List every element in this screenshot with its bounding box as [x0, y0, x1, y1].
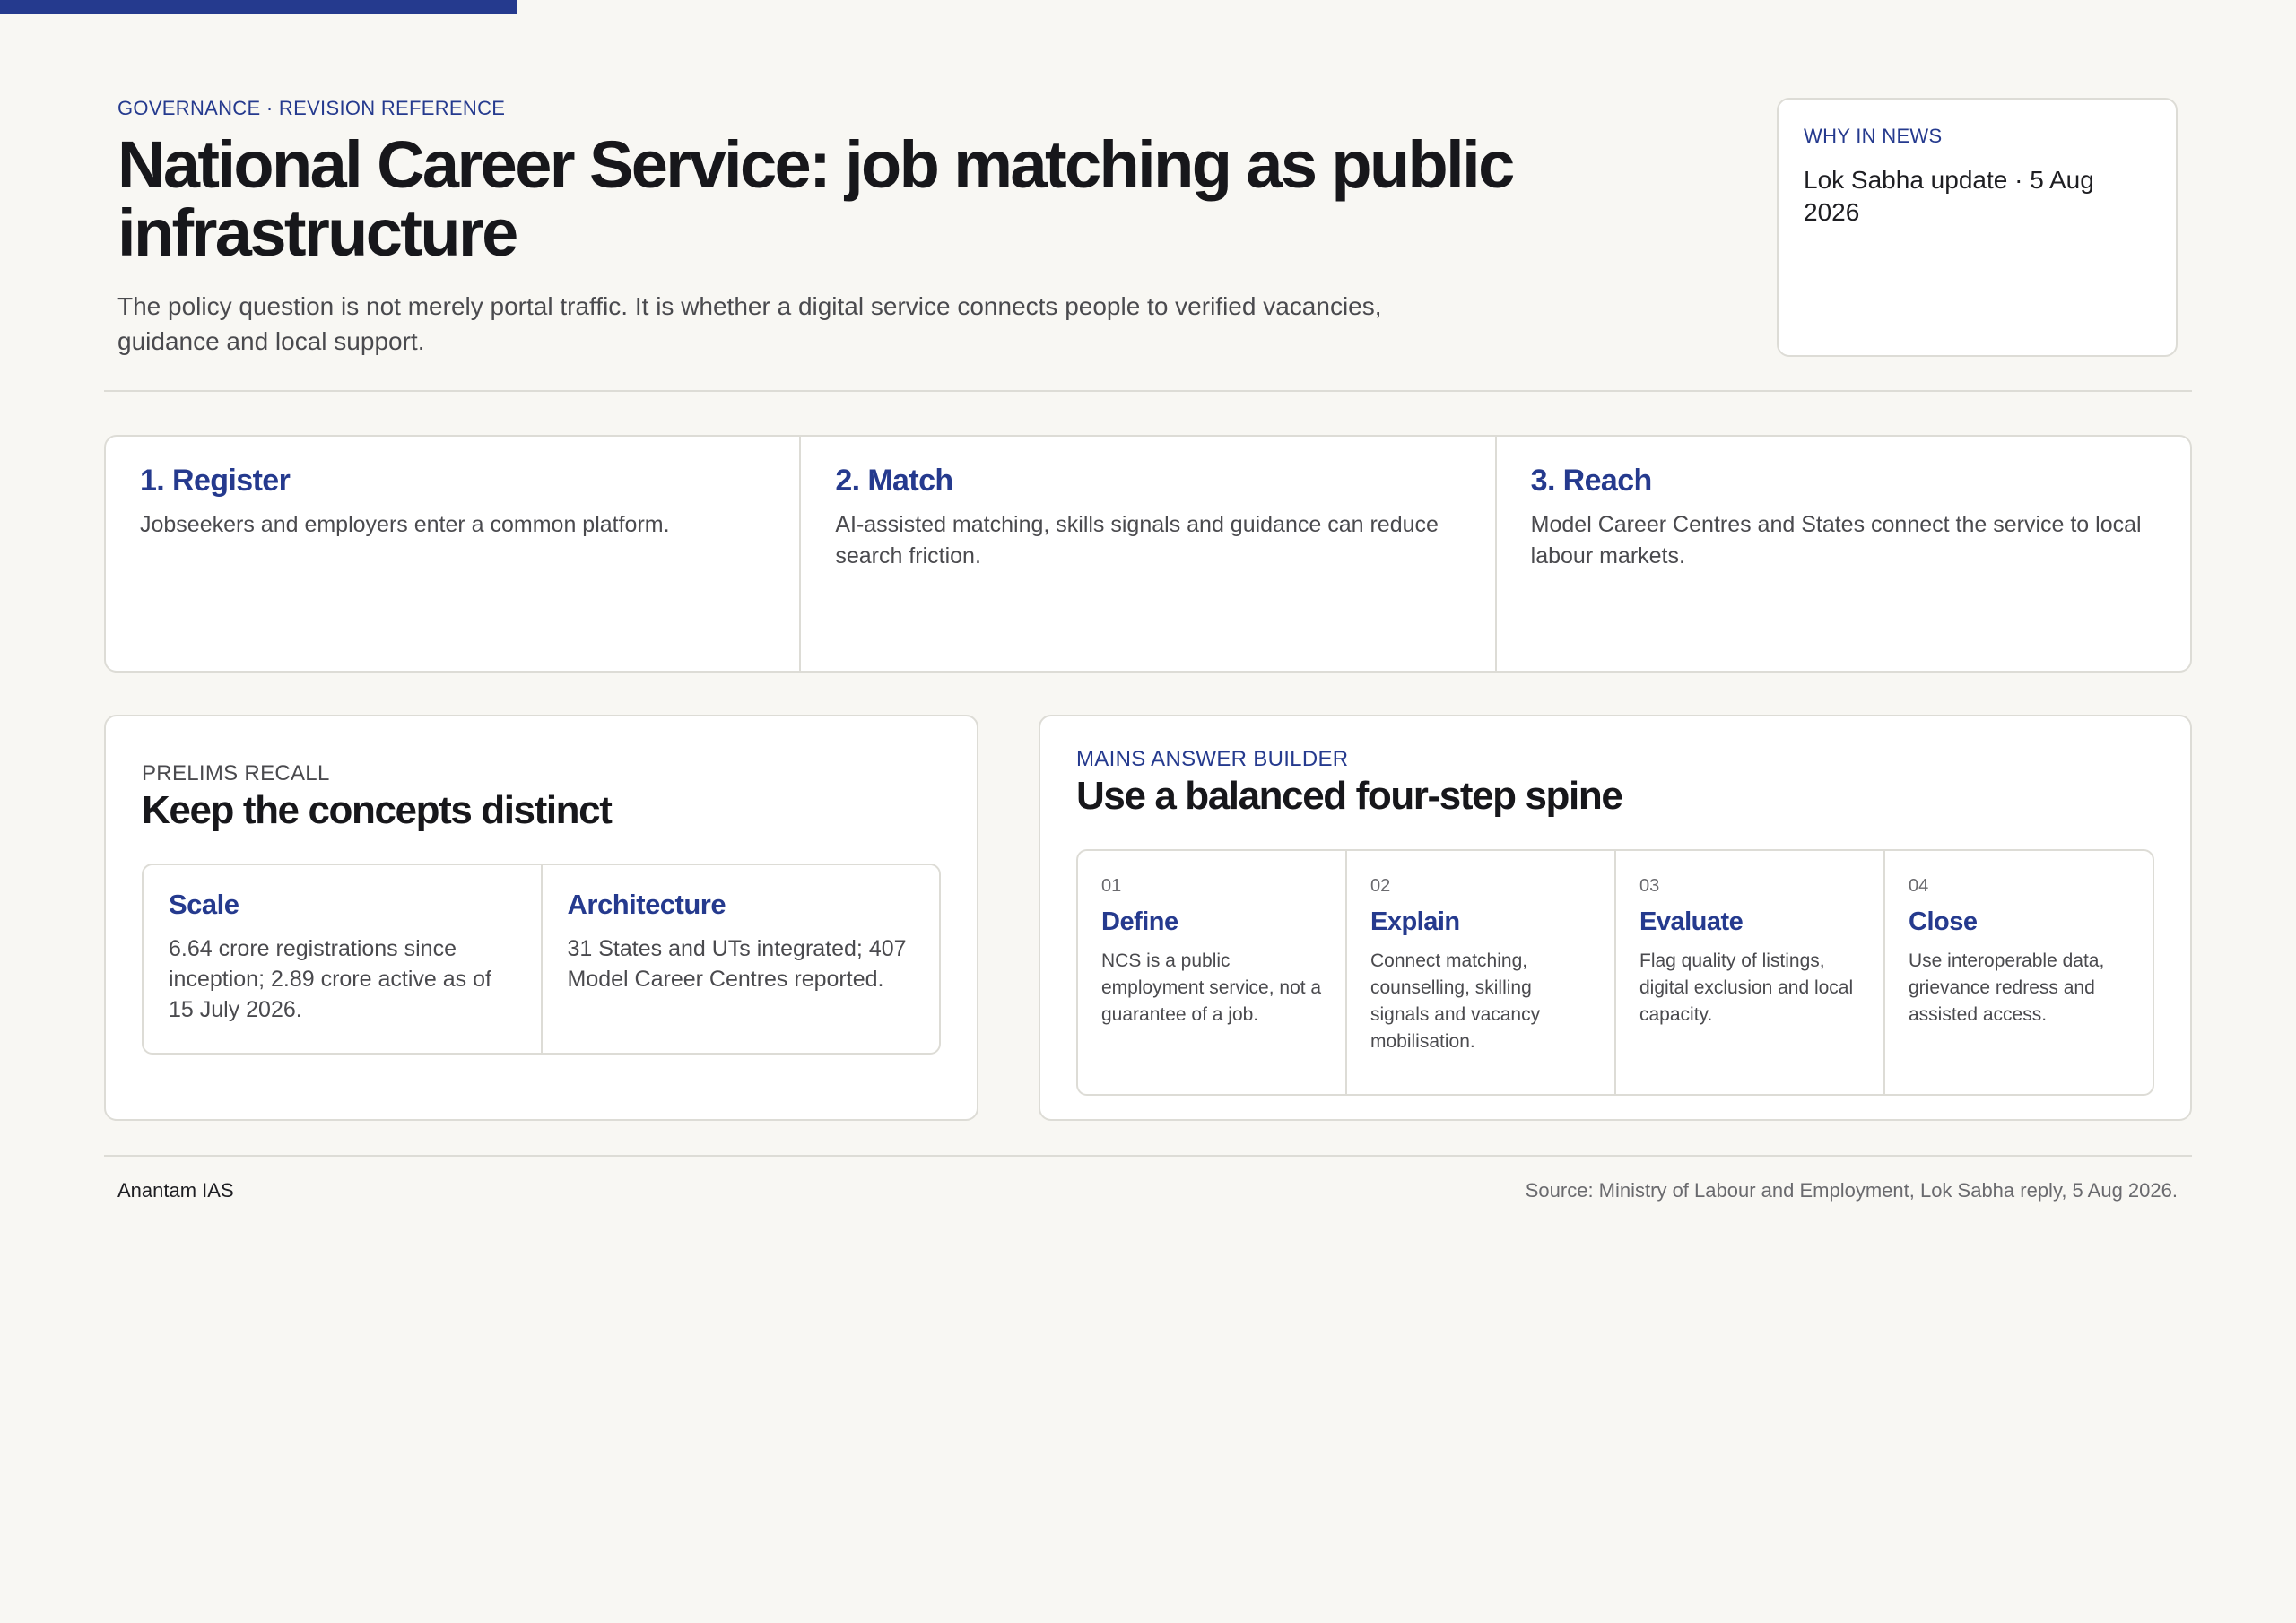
prelims-title: Keep the concepts distinct: [142, 788, 613, 832]
spine-text: Flag quality of listings, digital exclus…: [1639, 950, 1854, 1025]
spine-number: 03: [1639, 876, 1660, 896]
step-text: Jobseekers and employers enter a common …: [140, 512, 670, 537]
spine-number: 02: [1370, 876, 1391, 896]
step-text: AI-assisted matching, skills signals and…: [835, 512, 1439, 568]
spine-text: Connect matching, counselling, skilling …: [1370, 950, 1541, 1052]
prelims-kicker: PRELIMS RECALL: [142, 761, 330, 785]
footer-source: Source: Ministry of Labour and Employmen…: [1525, 1179, 2178, 1202]
footer-brand: Anantam IAS: [117, 1179, 234, 1202]
accent-bar: [0, 0, 517, 14]
concept-text: 31 States and UTs integrated; 407 Model …: [567, 936, 907, 992]
header-divider: [104, 390, 2192, 392]
step-register: 1. Register Jobseekers and employers ent…: [106, 437, 802, 671]
concept-title: Architecture: [567, 889, 726, 920]
section-kicker: GOVERNANCE · REVISION REFERENCE: [117, 97, 506, 119]
concept-scale: Scale 6.64 crore registrations since inc…: [144, 865, 543, 1053]
page-title: National Career Service: job matching as…: [117, 127, 1515, 270]
concept-text: 6.64 crore registrations since inception…: [169, 936, 491, 1022]
spine-step-define: 01 Define NCS is a public employment ser…: [1078, 851, 1347, 1094]
spine-step-evaluate: 03 Evaluate Flag quality of listings, di…: [1616, 851, 1885, 1094]
mains-title: Use a balanced four-step spine: [1076, 774, 1623, 818]
concept-grid: Scale 6.64 crore registrations since inc…: [142, 864, 941, 1055]
news-text: Lok Sabha update · 5 Aug 2026: [1804, 166, 2094, 226]
spine-title: Define: [1101, 907, 1178, 936]
spine-number: 04: [1909, 876, 1929, 896]
spine-text: Use interoperable data, grievance redres…: [1909, 950, 2105, 1025]
process-steps: 1. Register Jobseekers and employers ent…: [104, 435, 2192, 673]
prelims-recall-card: PRELIMS RECALL Keep the concepts distinc…: [104, 715, 978, 1121]
mains-answer-builder-card: MAINS ANSWER BUILDER Use a balanced four…: [1039, 715, 2192, 1121]
answer-spine: 01 Define NCS is a public employment ser…: [1076, 849, 2154, 1096]
footer-divider: [104, 1155, 2192, 1157]
spine-step-close: 04 Close Use interoperable data, grievan…: [1885, 851, 2152, 1094]
step-title: 2. Match: [835, 464, 953, 498]
step-title: 1. Register: [140, 464, 291, 498]
mains-kicker: MAINS ANSWER BUILDER: [1076, 747, 1349, 771]
spine-number: 01: [1101, 876, 1122, 896]
spine-step-explain: 02 Explain Connect matching, counselling…: [1347, 851, 1616, 1094]
concept-title: Scale: [169, 889, 239, 920]
step-title: 3. Reach: [1530, 464, 1653, 498]
page: GOVERNANCE · REVISION REFERENCE National…: [0, 0, 2296, 1623]
concept-architecture: Architecture 31 States and UTs integrate…: [543, 865, 940, 1053]
page-lede: The policy question is not merely portal…: [117, 292, 1382, 355]
step-text: Model Career Centres and States connect …: [1530, 512, 2142, 568]
why-in-news-card: WHY IN NEWS Lok Sabha update · 5 Aug 202…: [1777, 98, 2178, 357]
news-kicker: WHY IN NEWS: [1804, 125, 1943, 147]
spine-title: Close: [1909, 907, 1978, 936]
step-reach: 3. Reach Model Career Centres and States…: [1497, 437, 2190, 671]
spine-title: Evaluate: [1639, 907, 1744, 936]
spine-text: NCS is a public employment service, not …: [1101, 950, 1322, 1025]
spine-title: Explain: [1370, 907, 1460, 936]
page-header: GOVERNANCE · REVISION REFERENCE National…: [117, 97, 1517, 359]
step-match: 2. Match AI-assisted matching, skills si…: [801, 437, 1497, 671]
